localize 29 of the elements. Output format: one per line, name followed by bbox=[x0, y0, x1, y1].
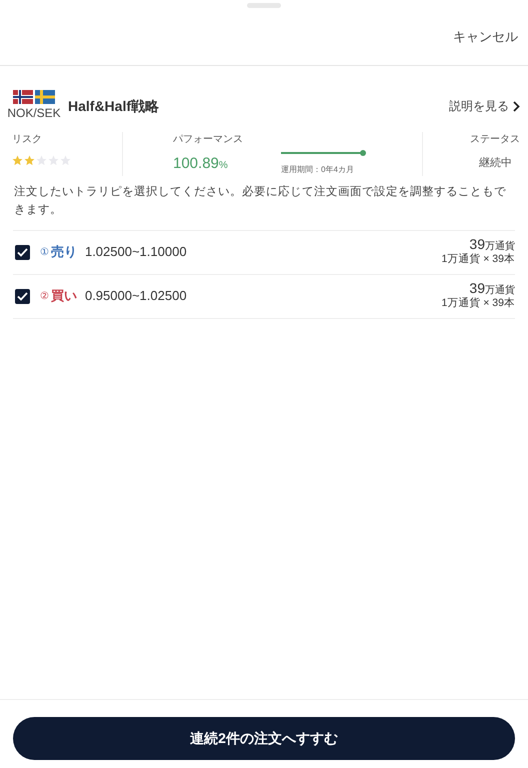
star-icon bbox=[24, 155, 35, 166]
instruction-text: 注文したいトラリピを選択してください。必要に応じて注文画面で設定を調整することもできます。 bbox=[13, 184, 507, 218]
performance-value: 100.89% bbox=[173, 154, 229, 174]
checkbox[interactable] bbox=[15, 288, 30, 304]
price-range: 0.95000~1.02500 bbox=[84, 287, 187, 306]
cancel-button[interactable]: キャンセル bbox=[449, 26, 522, 46]
amount-breakdown: 1万通貨 × 39本 bbox=[442, 252, 515, 267]
flags-icon bbox=[13, 90, 55, 104]
performance-label: パフォーマンス bbox=[173, 133, 244, 147]
order-side: 買い bbox=[50, 287, 77, 306]
status-label: ステータス bbox=[469, 133, 520, 147]
checkbox[interactable] bbox=[15, 244, 30, 260]
currency-pair: NOK/SEK bbox=[7, 105, 61, 122]
amount-breakdown: 1万通貨 × 39本 bbox=[442, 296, 515, 311]
order-amount: 39万通貨 bbox=[468, 280, 515, 296]
star-icon bbox=[12, 155, 23, 166]
strategy-name: Half&Half戦略 bbox=[68, 96, 160, 116]
order-number: ② bbox=[40, 290, 49, 304]
order-side: 売り bbox=[50, 243, 77, 262]
star-icon bbox=[36, 155, 47, 166]
chevron-right-icon bbox=[513, 100, 520, 112]
period-text: 運用期間：0年4カ月 bbox=[281, 164, 355, 176]
details-link[interactable]: 説明を見る bbox=[449, 97, 520, 115]
order-number: ① bbox=[40, 246, 49, 260]
order-amount: 39万通貨 bbox=[468, 236, 515, 252]
status-value: 継続中 bbox=[478, 156, 513, 171]
price-range: 1.02500~1.10000 bbox=[84, 243, 187, 262]
risk-label: リスク bbox=[12, 133, 43, 147]
submit-button[interactable]: 連続2件の注文へすすむ bbox=[13, 717, 515, 760]
